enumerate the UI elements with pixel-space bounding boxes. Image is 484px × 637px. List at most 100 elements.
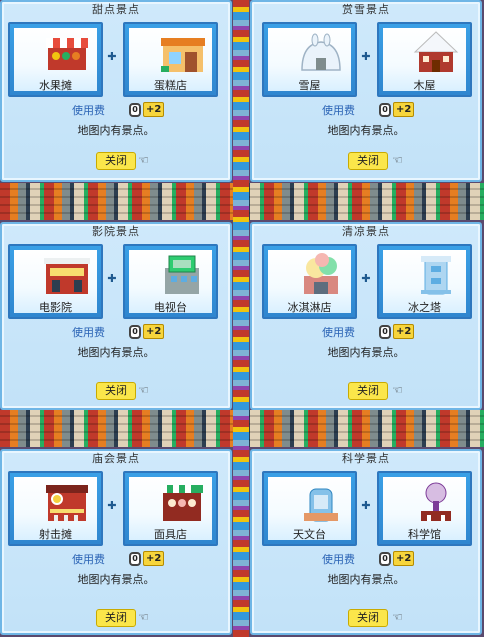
fee-row: 使用费 0 +2 (252, 101, 480, 119)
fee-label: 使用费 (72, 104, 105, 117)
fee-badge: 0 +2 (376, 550, 417, 567)
coin-icon: 0 (379, 551, 391, 566)
close-button[interactable]: 关闭 (348, 152, 388, 170)
spot-label: 冰淇淋店 (287, 301, 332, 314)
panel-fair-spot: 庙会景点 射击摊 ✚ 面具店 使用费 0 +2 地图内有景点。 关闭 ☜ (0, 449, 232, 635)
close-button[interactable]: 关闭 (96, 609, 136, 627)
panel-note: 地图内有景点。 (327, 346, 405, 359)
panel-title: 庙会景点 (92, 452, 140, 465)
pointing-hand-icon: ☜ (392, 383, 403, 397)
spot-card-right[interactable]: 蛋糕店 (123, 22, 218, 97)
panel-snow-spot: 赏雪景点 雪屋 ✚ 木屋 使用费 0 +2 地图内有景点。 关闭 ☜ (250, 0, 482, 182)
panel-title: 清凉景点 (342, 225, 390, 238)
fee-badge: 0 +2 (126, 323, 167, 340)
close-button[interactable]: 关闭 (96, 152, 136, 170)
fee-row: 使用费 0 +2 (252, 550, 480, 568)
spot-card-right[interactable]: 冰之塔 (377, 244, 472, 319)
coin-icon: 0 (129, 102, 141, 117)
plus-icon: ✚ (361, 50, 371, 63)
pointing-hand-icon: ☜ (392, 610, 403, 624)
fee-label: 使用费 (322, 104, 355, 117)
science-museum-icon (421, 482, 451, 521)
close-button[interactable]: 关闭 (348, 609, 388, 627)
plus-icon: ✚ (107, 50, 117, 63)
game-world-divider (233, 0, 249, 637)
fee-value: +2 (143, 102, 165, 117)
spot-card-right[interactable]: 面具店 (123, 471, 218, 546)
fee-value: +2 (143, 551, 165, 566)
shooting-stall-icon (46, 485, 88, 521)
spot-label: 冰之塔 (408, 301, 441, 314)
panel-title: 赏雪景点 (342, 3, 390, 16)
spot-card-left[interactable]: 天文台 (262, 471, 357, 546)
coin-icon: 0 (379, 102, 391, 117)
spot-label: 木屋 (413, 79, 436, 92)
ice-tower-icon (421, 256, 451, 295)
spot-card-right[interactable]: 木屋 (377, 22, 472, 97)
tv-station-icon (165, 255, 199, 294)
ice-cream-shop-icon (304, 253, 338, 294)
cabin-icon (413, 31, 459, 72)
panel-note: 地图内有景点。 (77, 346, 155, 359)
pointing-hand-icon: ☜ (392, 153, 403, 167)
spot-card-right[interactable]: 科学馆 (377, 471, 472, 546)
panel-note: 地图内有景点。 (77, 573, 155, 586)
panel-note: 地图内有景点。 (77, 124, 155, 137)
coin-icon: 0 (379, 324, 391, 339)
fee-label: 使用费 (72, 326, 105, 339)
fee-row: 使用费 0 +2 (252, 323, 480, 341)
snow-house-icon (301, 33, 341, 71)
spot-card-left[interactable]: 雪屋 (262, 22, 357, 97)
cinema-icon (44, 258, 90, 294)
panel-cool-spot: 清凉景点 冰淇淋店 ✚ 冰之塔 使用费 0 +2 地图内有景点。 关闭 ☜ (250, 222, 482, 410)
observatory-icon (304, 488, 338, 522)
fee-badge: 0 +2 (126, 550, 167, 567)
mask-shop-icon (161, 485, 203, 521)
panel-note: 地图内有景点。 (327, 573, 405, 586)
coin-icon: 0 (129, 551, 141, 566)
fee-label: 使用费 (72, 553, 105, 566)
plus-icon: ✚ (107, 272, 117, 285)
cake-shop-icon (161, 38, 205, 72)
coin-icon: 0 (129, 324, 141, 339)
panel-note: 地图内有景点。 (327, 124, 405, 137)
fee-row: 使用费 0 +2 (2, 101, 230, 119)
spot-label: 蛋糕店 (154, 79, 187, 92)
fee-value: +2 (393, 551, 415, 566)
spot-card-left[interactable]: 射击摊 (8, 471, 103, 546)
close-button[interactable]: 关闭 (348, 382, 388, 400)
panel-title: 影院景点 (92, 225, 140, 238)
fee-row: 使用费 0 +2 (2, 550, 230, 568)
fee-badge: 0 +2 (126, 101, 167, 118)
panel-title: 科学景点 (342, 452, 390, 465)
plus-icon: ✚ (361, 272, 371, 285)
spot-card-left[interactable]: 冰淇淋店 (262, 244, 357, 319)
pointing-hand-icon: ☜ (138, 153, 149, 167)
plus-icon: ✚ (107, 499, 117, 512)
panel-title: 甜点景点 (92, 3, 140, 16)
plus-icon: ✚ (361, 499, 371, 512)
spot-label: 电视台 (154, 301, 187, 314)
spot-card-right[interactable]: 电视台 (123, 244, 218, 319)
spot-label: 科学馆 (408, 528, 441, 541)
panel-science-spot: 科学景点 天文台 ✚ 科学馆 使用费 0 +2 地图内有景点。 关闭 ☜ (250, 449, 482, 635)
fee-badge: 0 +2 (376, 101, 417, 118)
fee-value: +2 (143, 324, 165, 339)
fee-value: +2 (393, 102, 415, 117)
close-button[interactable]: 关闭 (96, 382, 136, 400)
fee-row: 使用费 0 +2 (2, 323, 230, 341)
spot-label: 水果摊 (39, 79, 72, 92)
spot-label: 面具店 (154, 528, 187, 541)
spot-label: 天文台 (293, 528, 326, 541)
panel-cinema-spot: 影院景点 电影院 ✚ 电视台 使用费 0 +2 地图内有景点。 关闭 ☜ (0, 222, 232, 410)
fee-value: +2 (393, 324, 415, 339)
spot-card-left[interactable]: 电影院 (8, 244, 103, 319)
spot-label: 雪屋 (298, 79, 321, 92)
pointing-hand-icon: ☜ (138, 383, 149, 397)
spot-card-left[interactable]: 水果摊 (8, 22, 103, 97)
fee-badge: 0 +2 (376, 323, 417, 340)
spot-label: 射击摊 (39, 528, 72, 541)
panel-sweets-spot: 甜点景点 水果摊 ✚ 蛋糕店 使用费 0 +2 地图内有景点。 关闭 ☜ (0, 0, 232, 182)
fee-label: 使用费 (322, 553, 355, 566)
pointing-hand-icon: ☜ (138, 610, 149, 624)
